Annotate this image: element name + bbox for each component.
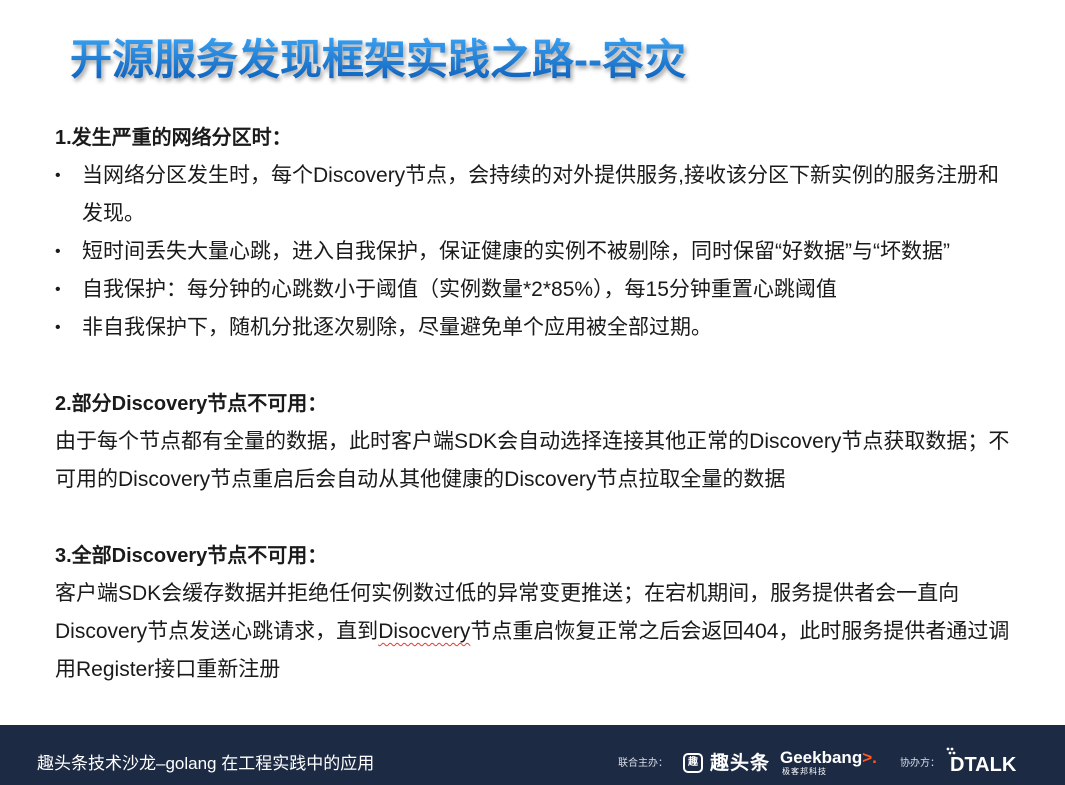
footer-bar: 趣头条技术沙龙–golang 在工程实践中的应用 联合主办： 趣 趣头条 Gee…	[0, 725, 1065, 785]
bullet-icon: •	[55, 243, 61, 260]
slide: 开源服务发现框架实践之路--容灾 1.发生严重的网络分区时： • 当网络分区发生时…	[0, 0, 1065, 785]
qutoutiao-logo-icon: 趣	[683, 753, 703, 773]
geekbang-word-geek: Geek	[780, 748, 822, 767]
section-1-bullet-continuation: 发现。	[55, 195, 1045, 233]
section-2-heading: 2.部分Discovery节点不可用：	[55, 393, 328, 415]
event-name: 趣头条技术沙龙–golang 在工程实践中的应用	[37, 754, 375, 773]
section-1-bullet: • 非自我保护下，随机分批逐次剔除，尽量避免单个应用被全部过期。	[55, 309, 1045, 347]
bullet-icon: •	[55, 167, 61, 184]
assist-label: 协办方：	[900, 758, 940, 769]
line-text-after: 节点重启恢复正常之后会返回404，此时服务提供者通过调	[470, 620, 1010, 643]
geekbang-subtitle: 极客邦科技	[782, 767, 827, 776]
section-2-line: 可用的Discovery节点重启后会自动从其他健康的Discovery节点拉取全…	[55, 468, 786, 491]
section-1-heading: 1.发生严重的网络分区时：	[55, 127, 292, 149]
section-1-bullet: • 当网络分区发生时，每个Discovery节点，会持续的对外提供服务,接收该分区…	[55, 157, 1045, 195]
geekbang-logo-word: Geekbang>.	[780, 749, 880, 767]
section-3-line: 客户端SDK会缓存数据并拒绝任何实例数过低的异常变更推送；在宕机期间，服务提供者…	[55, 582, 960, 605]
co-host-label: 联合主办：	[618, 758, 668, 769]
bullet-icon: •	[55, 281, 61, 298]
dtalk-logo: DTALK	[946, 745, 1026, 779]
geekbang-word-bang: bang	[821, 748, 863, 767]
geekbang-logo: Geekbang>. 极客邦科技	[780, 749, 880, 779]
bullet-icon: •	[55, 319, 61, 336]
bullet-text: 当网络分区发生时，每个Discovery节点，会持续的对外提供服务,接收该分区下…	[82, 164, 1000, 187]
bullet-text: 非自我保护下，随机分批逐次剔除，尽量避免单个应用被全部过期。	[82, 316, 712, 339]
section-1-bullet: • 短时间丢失大量心跳，进入自我保护，保证健康的实例不被剔除，同时保留“好数据”与…	[55, 233, 1045, 271]
slide-title: 开源服务发现框架实践之路--容灾	[70, 36, 686, 83]
bullet-text: 自我保护：每分钟的心跳数小于阈值（实例数量*2*85%），每15分钟重置心跳阈值	[82, 278, 837, 301]
bullet-text: 发现。	[82, 202, 145, 225]
section-3-line: 用Register接口重新注册	[55, 658, 281, 681]
misspelled-word: Disocvery	[378, 620, 471, 643]
geekbang-mark: >.	[862, 748, 877, 767]
section-3-heading: 3.全部Discovery节点不可用：	[55, 545, 328, 567]
section-2-line: 由于每个节点都有全量的数据，此时客户端SDK会自动选择连接其他正常的Discov…	[55, 430, 1010, 453]
bullet-text: 短时间丢失大量心跳，进入自我保护，保证健康的实例不被剔除，同时保留“好数据”与“…	[82, 240, 950, 263]
line-text-before: Discovery节点发送心跳请求，直到	[55, 620, 379, 643]
section-1-bullet: • 自我保护：每分钟的心跳数小于阈值（实例数量*2*85%），每15分钟重置心跳阈…	[55, 271, 1045, 309]
slide-body: 1.发生严重的网络分区时： • 当网络分区发生时，每个Discovery节点，会持…	[55, 119, 1045, 689]
qutoutiao-logo-text: 趣头条	[710, 753, 771, 774]
section-3-line: Discovery节点发送心跳请求，直到Disocvery节点重启恢复正常之后会…	[55, 613, 1045, 651]
qutoutiao-logo: 趣 趣头条	[683, 752, 773, 776]
dtalk-logo-text: DTALK	[950, 754, 1017, 776]
